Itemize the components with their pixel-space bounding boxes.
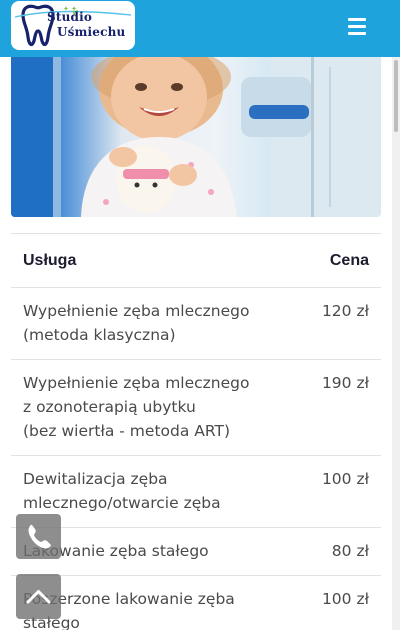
hamburger-menu-icon[interactable] <box>346 16 372 38</box>
column-header-service: Usługa <box>11 233 300 288</box>
table-row: Wypełnienie zęba mlecznego (metoda klasyc… <box>11 287 381 360</box>
column-header-price: Cena <box>299 233 381 288</box>
call-button[interactable] <box>16 514 61 559</box>
price-cell: 100 zł <box>299 455 381 528</box>
service-cell: Wypełnienie zęba mlecznego (metoda klasyc… <box>11 287 300 360</box>
scrollbar-track[interactable] <box>392 57 400 630</box>
price-table-header: Usługa Cena <box>11 233 381 288</box>
table-row: Wypełnienie zęba mlecznego z ozonoterapią… <box>11 359 381 456</box>
hero-image <box>11 57 381 217</box>
table-row: Dewitalizacja zęba mlecznego/otwarcie zęb… <box>11 455 381 528</box>
service-name-line: mlecznego/otwarcie zęba <box>23 494 221 512</box>
scroll-to-top-button[interactable] <box>16 574 61 619</box>
logo-text-usmiechu: Uśmiechu <box>57 25 126 39</box>
site-logo[interactable]: ✦ ✦ Studio Uśmiechu <box>11 1 135 50</box>
service-name-line: z ozonoterapią ubytku <box>23 398 196 416</box>
table-row: Poszerzone lakowanie zęba stałego 100 zł <box>11 575 381 630</box>
service-name-line: Lakowanie zęba stałego <box>23 542 209 560</box>
price-cell: 80 zł <box>299 527 381 576</box>
price-cell: 120 zł <box>299 287 381 360</box>
site-header: ✦ ✦ Studio Uśmiechu <box>0 0 400 57</box>
service-name-line: (metoda klasyczna) <box>23 326 176 344</box>
phone-icon <box>28 524 51 549</box>
service-name-line: Dewitalizacja zęba <box>23 470 168 488</box>
scrollbar-thumb[interactable] <box>394 60 398 132</box>
table-row: Lakowanie zęba stałego 80 zł <box>11 527 381 576</box>
child-with-toy-photo <box>11 57 381 217</box>
price-table: Usługa Cena Wypełnienie zęba mlecznego (m… <box>11 233 381 630</box>
service-name-line: Wypełnienie zęba mlecznego <box>23 374 250 392</box>
chevron-up-icon <box>26 590 51 604</box>
service-name-line: stałego <box>23 614 80 630</box>
price-cell: 100 zł <box>299 575 381 630</box>
logo-text-studio: Studio <box>47 10 93 24</box>
price-cell: 190 zł <box>299 359 381 456</box>
service-cell: Wypełnienie zęba mlecznego z ozonoterapią… <box>11 359 300 456</box>
service-name-line: Poszerzone lakowanie zęba <box>23 590 235 608</box>
service-name-line: Wypełnienie zęba mlecznego <box>23 302 250 320</box>
service-name-line: (bez wiertła - metoda ART) <box>23 422 231 440</box>
